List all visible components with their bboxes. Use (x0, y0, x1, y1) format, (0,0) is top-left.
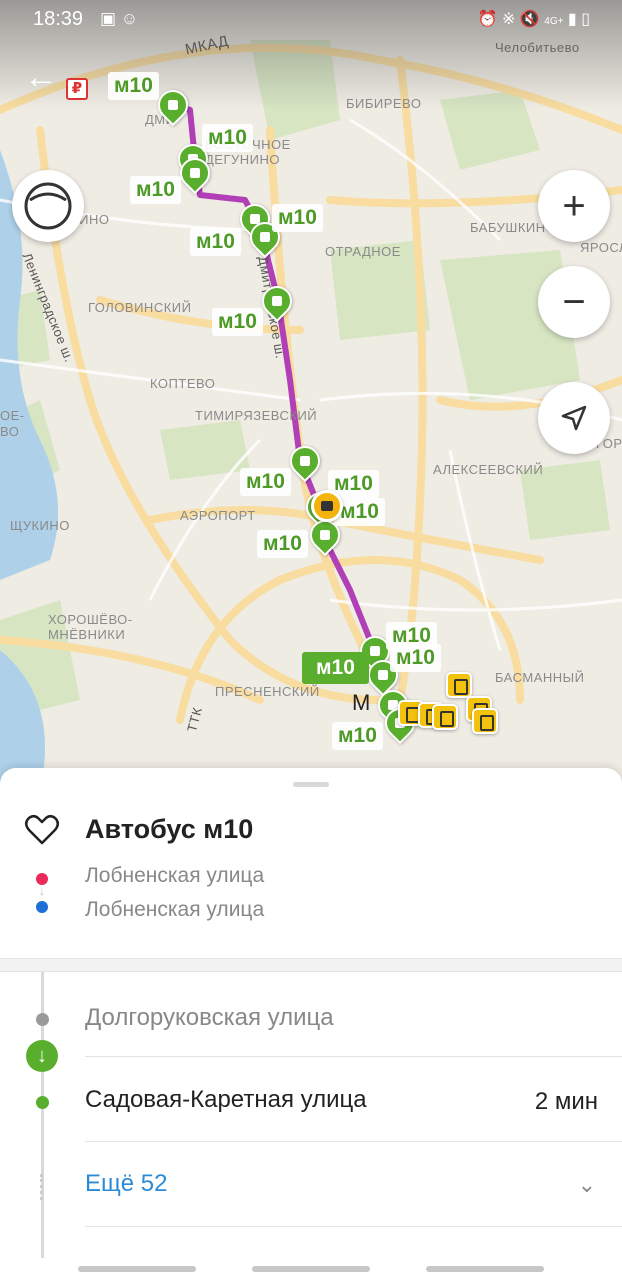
stop-name: Садовая-Каретная улица (85, 1086, 367, 1113)
route-label[interactable]: м10 (108, 72, 159, 100)
stop-row-next[interactable]: Садовая-Каретная улица (0, 1057, 622, 1141)
map-label-yaroslav: ЯРОСЛАВ (580, 240, 622, 255)
row-divider (85, 1141, 622, 1142)
person-icon: ☺ (120, 9, 139, 28)
zoom-in-button[interactable]: + (538, 170, 610, 242)
plus-icon: + (562, 183, 586, 228)
map-label-city-center: М (352, 690, 371, 715)
route-label[interactable]: м10 (190, 228, 241, 256)
navigation-arrow-icon (561, 405, 587, 431)
show-more-stops-link[interactable]: Ещё 52 (85, 1170, 167, 1198)
route-label[interactable]: м10 (332, 722, 383, 750)
nav-back-button[interactable] (426, 1266, 544, 1272)
status-time: 18:39 (33, 8, 84, 30)
layers-icon (24, 182, 72, 230)
next-stop-dot (36, 1096, 49, 1109)
system-nav-bar (0, 1258, 622, 1280)
passed-stop-dot (36, 1013, 49, 1026)
back-arrow-icon[interactable]: ← (24, 60, 60, 98)
heart-icon[interactable] (24, 814, 60, 846)
route-label[interactable]: м10 (202, 124, 253, 152)
zoom-out-button[interactable]: − (538, 266, 610, 338)
map-label-shchukino: ЩУКИНО (10, 518, 70, 533)
map-label-khoroshevo: ХОРОШЁВО-МНЁВНИКИ (48, 612, 133, 642)
image-icon: ▣ (100, 9, 117, 28)
route-label[interactable]: м10 (390, 644, 441, 672)
map-label-otradnoe: ОТРАДНОЕ (325, 244, 401, 259)
map-label-koptevo: КОПТЕВО (150, 376, 216, 391)
map-label-presnensky: ПРЕСНЕНСКИЙ (215, 684, 320, 699)
bluetooth-icon: ※ (502, 11, 516, 28)
status-bar: 18:39 ▣ ☺ ⏰ ※ 🔇 4G+ ▮ ▯ (0, 0, 622, 38)
signal-icon: ▮ (567, 11, 577, 28)
route-label[interactable]: м10 (272, 204, 323, 232)
stop-eta: 2 мин (534, 1088, 598, 1115)
map-label-alekseevsky: АЛЕКСЕЕВСКИЙ (433, 462, 544, 477)
map-label-basmanny: БАСМАННЫЙ (495, 670, 585, 685)
bus-icon[interactable] (446, 672, 472, 698)
alarm-icon: ⏰ (477, 11, 498, 28)
route-label[interactable]: м10 (257, 530, 308, 558)
row-divider (85, 1226, 622, 1227)
route-label[interactable]: м10 (212, 308, 263, 336)
bus-icon[interactable] (472, 708, 498, 734)
nav-recents-button[interactable] (78, 1266, 196, 1272)
route-label[interactable]: м10 (130, 176, 181, 204)
route-title: Автобус м10 (85, 814, 254, 844)
route-bottom-sheet[interactable]: Автобус м10 ↓ Лобненская улица Лобненска… (0, 768, 622, 1280)
layers-button[interactable] (12, 170, 84, 242)
map-label-vo: ВО (0, 424, 20, 439)
network-type: 4G+ (544, 16, 564, 27)
status-right-icons: ⏰ ※ 🔇 4G+ ▮ ▯ (478, 9, 590, 29)
direction-down-icon: ↓ (39, 884, 45, 898)
more-stops-dashes (40, 1174, 44, 1200)
map-label-aeroport: АЭРОПОРТ (180, 508, 256, 523)
stop-name: Долгоруковская улица (85, 1004, 334, 1031)
map-label-timiryazevsky: ТИМИРЯЗЕВСКИЙ (195, 408, 318, 423)
section-divider (0, 958, 622, 972)
route-origin: Лобненская улица (85, 864, 265, 887)
status-left-icons: ▣ ☺ (100, 9, 138, 29)
map-view[interactable]: Челобитьево БИБИРЕВО ДМИ ВОСТОЧНОЕ ДЕГУН… (0, 0, 622, 790)
battery-icon: ▯ (581, 11, 590, 28)
mute-icon: 🔇 (519, 11, 540, 28)
ruble-icon: ₽ (66, 78, 88, 100)
minus-icon: − (562, 279, 586, 324)
map-label-bibirevo: БИБИРЕВО (346, 96, 422, 111)
stop-row-passed[interactable]: Долгоруковская улица (0, 972, 622, 1058)
map-label-golovinsky: ГОЛОВИНСКИЙ (88, 300, 192, 315)
sheet-grabber[interactable] (293, 782, 329, 787)
nav-home-button[interactable] (252, 1266, 370, 1272)
route-label-selected[interactable]: м10 (302, 652, 369, 684)
bus-icon[interactable] (432, 704, 458, 730)
map-label-oe: ОЕ- (0, 408, 25, 423)
locate-me-button[interactable] (538, 382, 610, 454)
map-label-chelobityevo: Челобитьево (495, 40, 580, 55)
briefcase-poi-icon[interactable] (311, 490, 343, 522)
chevron-down-icon[interactable]: ⌄ (578, 1172, 596, 1198)
route-destination: Лобненская улица (85, 898, 265, 921)
destination-dot (36, 901, 48, 913)
route-label[interactable]: м10 (240, 468, 291, 496)
